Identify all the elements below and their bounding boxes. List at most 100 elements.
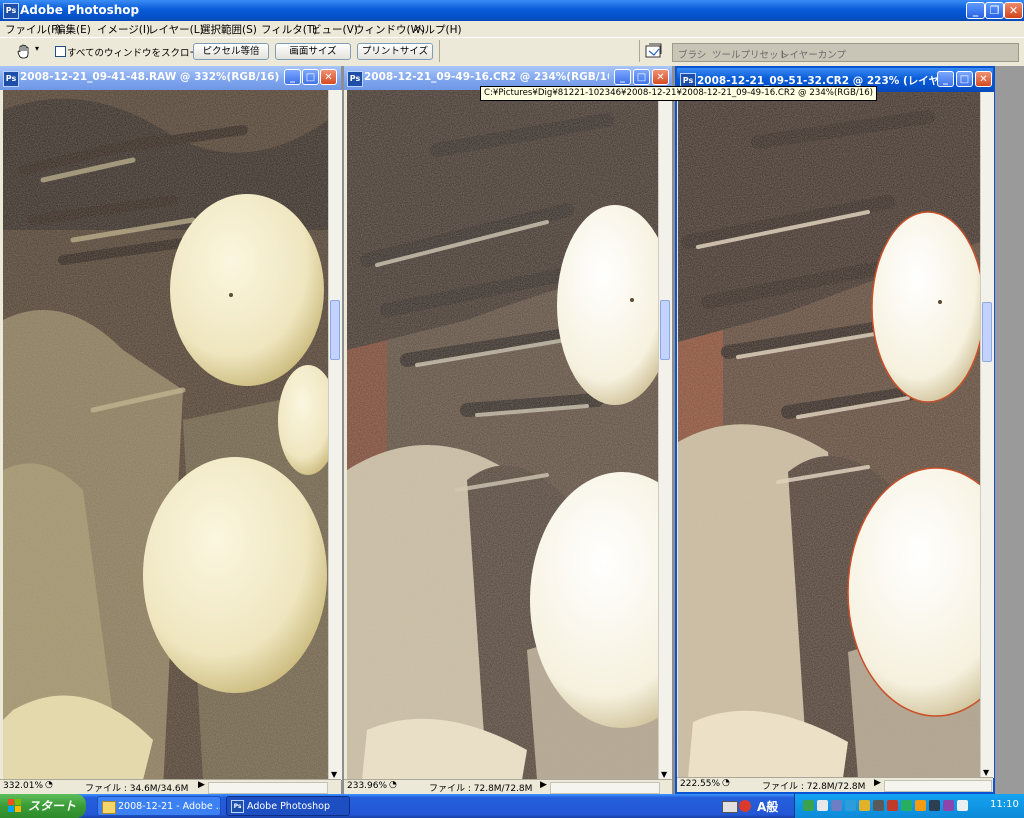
- vertical-scrollbar[interactable]: ▼: [328, 90, 342, 780]
- menu-select[interactable]: 選択範囲(S): [200, 22, 257, 37]
- app-restore-button[interactable]: ❐: [985, 2, 1004, 19]
- vertical-scrollbar[interactable]: ▼: [980, 92, 994, 778]
- tray-app-icon[interactable]: [957, 800, 968, 811]
- windows-logo-icon: [8, 799, 21, 812]
- scroll-all-windows-checkbox[interactable]: [55, 46, 66, 57]
- app-title-bar[interactable]: Ps Adobe Photoshop _ ❐ ✕: [0, 0, 1024, 21]
- photo-image: [3, 90, 328, 780]
- ime-icon[interactable]: [739, 800, 751, 812]
- well-tab-tool-presets[interactable]: ツールプリセット: [712, 47, 788, 61]
- horizontal-scrollbar[interactable]: [208, 782, 328, 794]
- doc-maximize-button[interactable]: □: [633, 69, 650, 85]
- file-size-info: ファイル : 34.6M/34.6M: [85, 784, 189, 794]
- tray-app-icon[interactable]: [915, 800, 926, 811]
- scroll-all-windows-label: すべてのウィンドウをスクロール: [67, 48, 209, 59]
- document-status-bar: 222.55% ◔ ファイル : 72.8M/72.8M ▶: [677, 777, 993, 792]
- document-canvas[interactable]: [3, 90, 328, 780]
- start-label: スタート: [28, 799, 77, 813]
- status-arrow-icon[interactable]: ▶: [874, 778, 881, 788]
- document-icon: Ps: [3, 71, 19, 87]
- scrollbar-thumb[interactable]: [660, 300, 670, 360]
- scroll-down-arrow-icon[interactable]: ▼: [983, 768, 989, 777]
- document-canvas[interactable]: [347, 90, 658, 780]
- folder-icon: [102, 801, 116, 814]
- doc-close-button[interactable]: ✕: [320, 69, 337, 85]
- tray-app-icon[interactable]: [901, 800, 912, 811]
- well-tab-brushes[interactable]: ブラシ: [678, 47, 706, 61]
- status-menu-icon[interactable]: ◔: [45, 780, 53, 790]
- vertical-scrollbar[interactable]: ▼: [658, 90, 672, 780]
- ime-mode[interactable]: A般: [757, 798, 778, 815]
- doc-close-button[interactable]: ✕: [975, 71, 992, 87]
- keyboard-icon[interactable]: [722, 801, 738, 813]
- document-status-bar: 233.96% ◔ ファイル : 72.8M/72.8M ▶: [344, 779, 672, 794]
- taskbar-item-explorer[interactable]: 2008-12-21 - Adobe ...: [97, 796, 221, 816]
- document-canvas[interactable]: [678, 92, 980, 778]
- tray-app-icon[interactable]: [831, 800, 842, 811]
- doc-close-button[interactable]: ✕: [652, 69, 669, 85]
- palette-well-icon[interactable]: [645, 43, 663, 59]
- app-minimize-button[interactable]: _: [966, 2, 985, 19]
- document-title: 2008-12-21_09-41-48.RAW @ 332%(RGB/16): [20, 71, 280, 83]
- doc-minimize-button[interactable]: _: [614, 69, 631, 85]
- menu-file[interactable]: ファイル(F): [5, 22, 61, 37]
- horizontal-scrollbar[interactable]: [550, 782, 660, 794]
- document-window-3[interactable]: Ps 2008-12-21_09-51-32.CR2 @ 223% (レイヤ..…: [675, 66, 995, 794]
- status-arrow-icon[interactable]: ▶: [198, 780, 205, 790]
- menu-filter[interactable]: フィルタ(T): [261, 22, 317, 37]
- menu-view[interactable]: ビュー(V): [311, 22, 358, 37]
- menu-layer[interactable]: レイヤー(L): [148, 22, 204, 37]
- options-divider: [439, 40, 440, 62]
- print-size-button[interactable]: プリントサイズ: [357, 43, 433, 60]
- scroll-down-arrow-icon[interactable]: ▼: [661, 770, 667, 779]
- horizontal-scrollbar[interactable]: [884, 780, 992, 792]
- photo-image: [678, 92, 980, 778]
- doc-maximize-button[interactable]: □: [302, 69, 319, 85]
- document-title: 2008-12-21_09-49-16.CR2 @ 234%(RGB/16): [364, 71, 609, 83]
- fit-screen-button[interactable]: 画面サイズ: [275, 43, 351, 60]
- menu-edit[interactable]: 編集(E): [55, 22, 91, 37]
- file-size-info: ファイル : 72.8M/72.8M: [762, 782, 866, 792]
- status-menu-icon[interactable]: ◔: [722, 778, 730, 788]
- file-path-tooltip: C:¥Pictures¥Dig¥81221-102346¥2008-12-21¥…: [480, 86, 878, 101]
- status-arrow-icon[interactable]: ▶: [540, 780, 547, 790]
- tray-app-icon[interactable]: [859, 800, 870, 811]
- actual-pixels-button[interactable]: ピクセル等倍: [193, 43, 269, 60]
- tray-app-icon[interactable]: [873, 800, 884, 811]
- tray-app-icon[interactable]: [929, 800, 940, 811]
- workspace-background: [995, 66, 1024, 794]
- scrollbar-thumb[interactable]: [982, 302, 992, 362]
- tray-app-icon[interactable]: [887, 800, 898, 811]
- doc-maximize-button[interactable]: □: [956, 71, 973, 87]
- start-button[interactable]: スタート: [0, 794, 86, 818]
- taskbar-item-label: 2008-12-21 - Adobe ...: [118, 801, 221, 812]
- doc-minimize-button[interactable]: _: [937, 71, 954, 87]
- file-size-info: ファイル : 72.8M/72.8M: [429, 784, 533, 794]
- well-tab-layer-comps[interactable]: レイヤーカンプ: [780, 47, 846, 61]
- tray-app-icon[interactable]: [803, 800, 814, 811]
- document-area: Ps 2008-12-21_09-41-48.RAW @ 332%(RGB/16…: [0, 66, 1024, 794]
- taskbar: スタート 2008-12-21 - Adobe ... Ps Adobe Pho…: [0, 794, 1024, 818]
- zoom-level[interactable]: 222.55%: [680, 779, 720, 789]
- photo-image: [347, 90, 658, 780]
- zoom-level[interactable]: 233.96%: [347, 781, 387, 791]
- doc-minimize-button[interactable]: _: [284, 69, 301, 85]
- menu-image[interactable]: イメージ(I): [97, 22, 150, 37]
- menu-help[interactable]: ヘルプ(H): [414, 22, 462, 37]
- tool-preset-arrow-icon[interactable]: ▾: [35, 44, 39, 53]
- zoom-level[interactable]: 332.01%: [3, 781, 43, 791]
- tray-app-icon[interactable]: [943, 800, 954, 811]
- document-window-1[interactable]: Ps 2008-12-21_09-41-48.RAW @ 332%(RGB/16…: [0, 66, 342, 794]
- scroll-down-arrow-icon[interactable]: ▼: [331, 770, 337, 779]
- tray-app-icon[interactable]: [817, 800, 828, 811]
- scrollbar-thumb[interactable]: [330, 300, 340, 360]
- tray-app-icon[interactable]: [845, 800, 856, 811]
- document-window-2[interactable]: Ps 2008-12-21_09-49-16.CR2 @ 234%(RGB/16…: [344, 66, 672, 794]
- document-window-1-titlebar[interactable]: Ps 2008-12-21_09-41-48.RAW @ 332%(RGB/16…: [0, 66, 341, 90]
- status-menu-icon[interactable]: ◔: [389, 780, 397, 790]
- clock[interactable]: 11:10: [990, 799, 1019, 810]
- taskbar-item-photoshop[interactable]: Ps Adobe Photoshop: [226, 796, 350, 816]
- app-close-button[interactable]: ✕: [1004, 2, 1023, 19]
- taskbar-item-label: Adobe Photoshop: [247, 801, 330, 812]
- hand-tool-icon[interactable]: [16, 43, 32, 59]
